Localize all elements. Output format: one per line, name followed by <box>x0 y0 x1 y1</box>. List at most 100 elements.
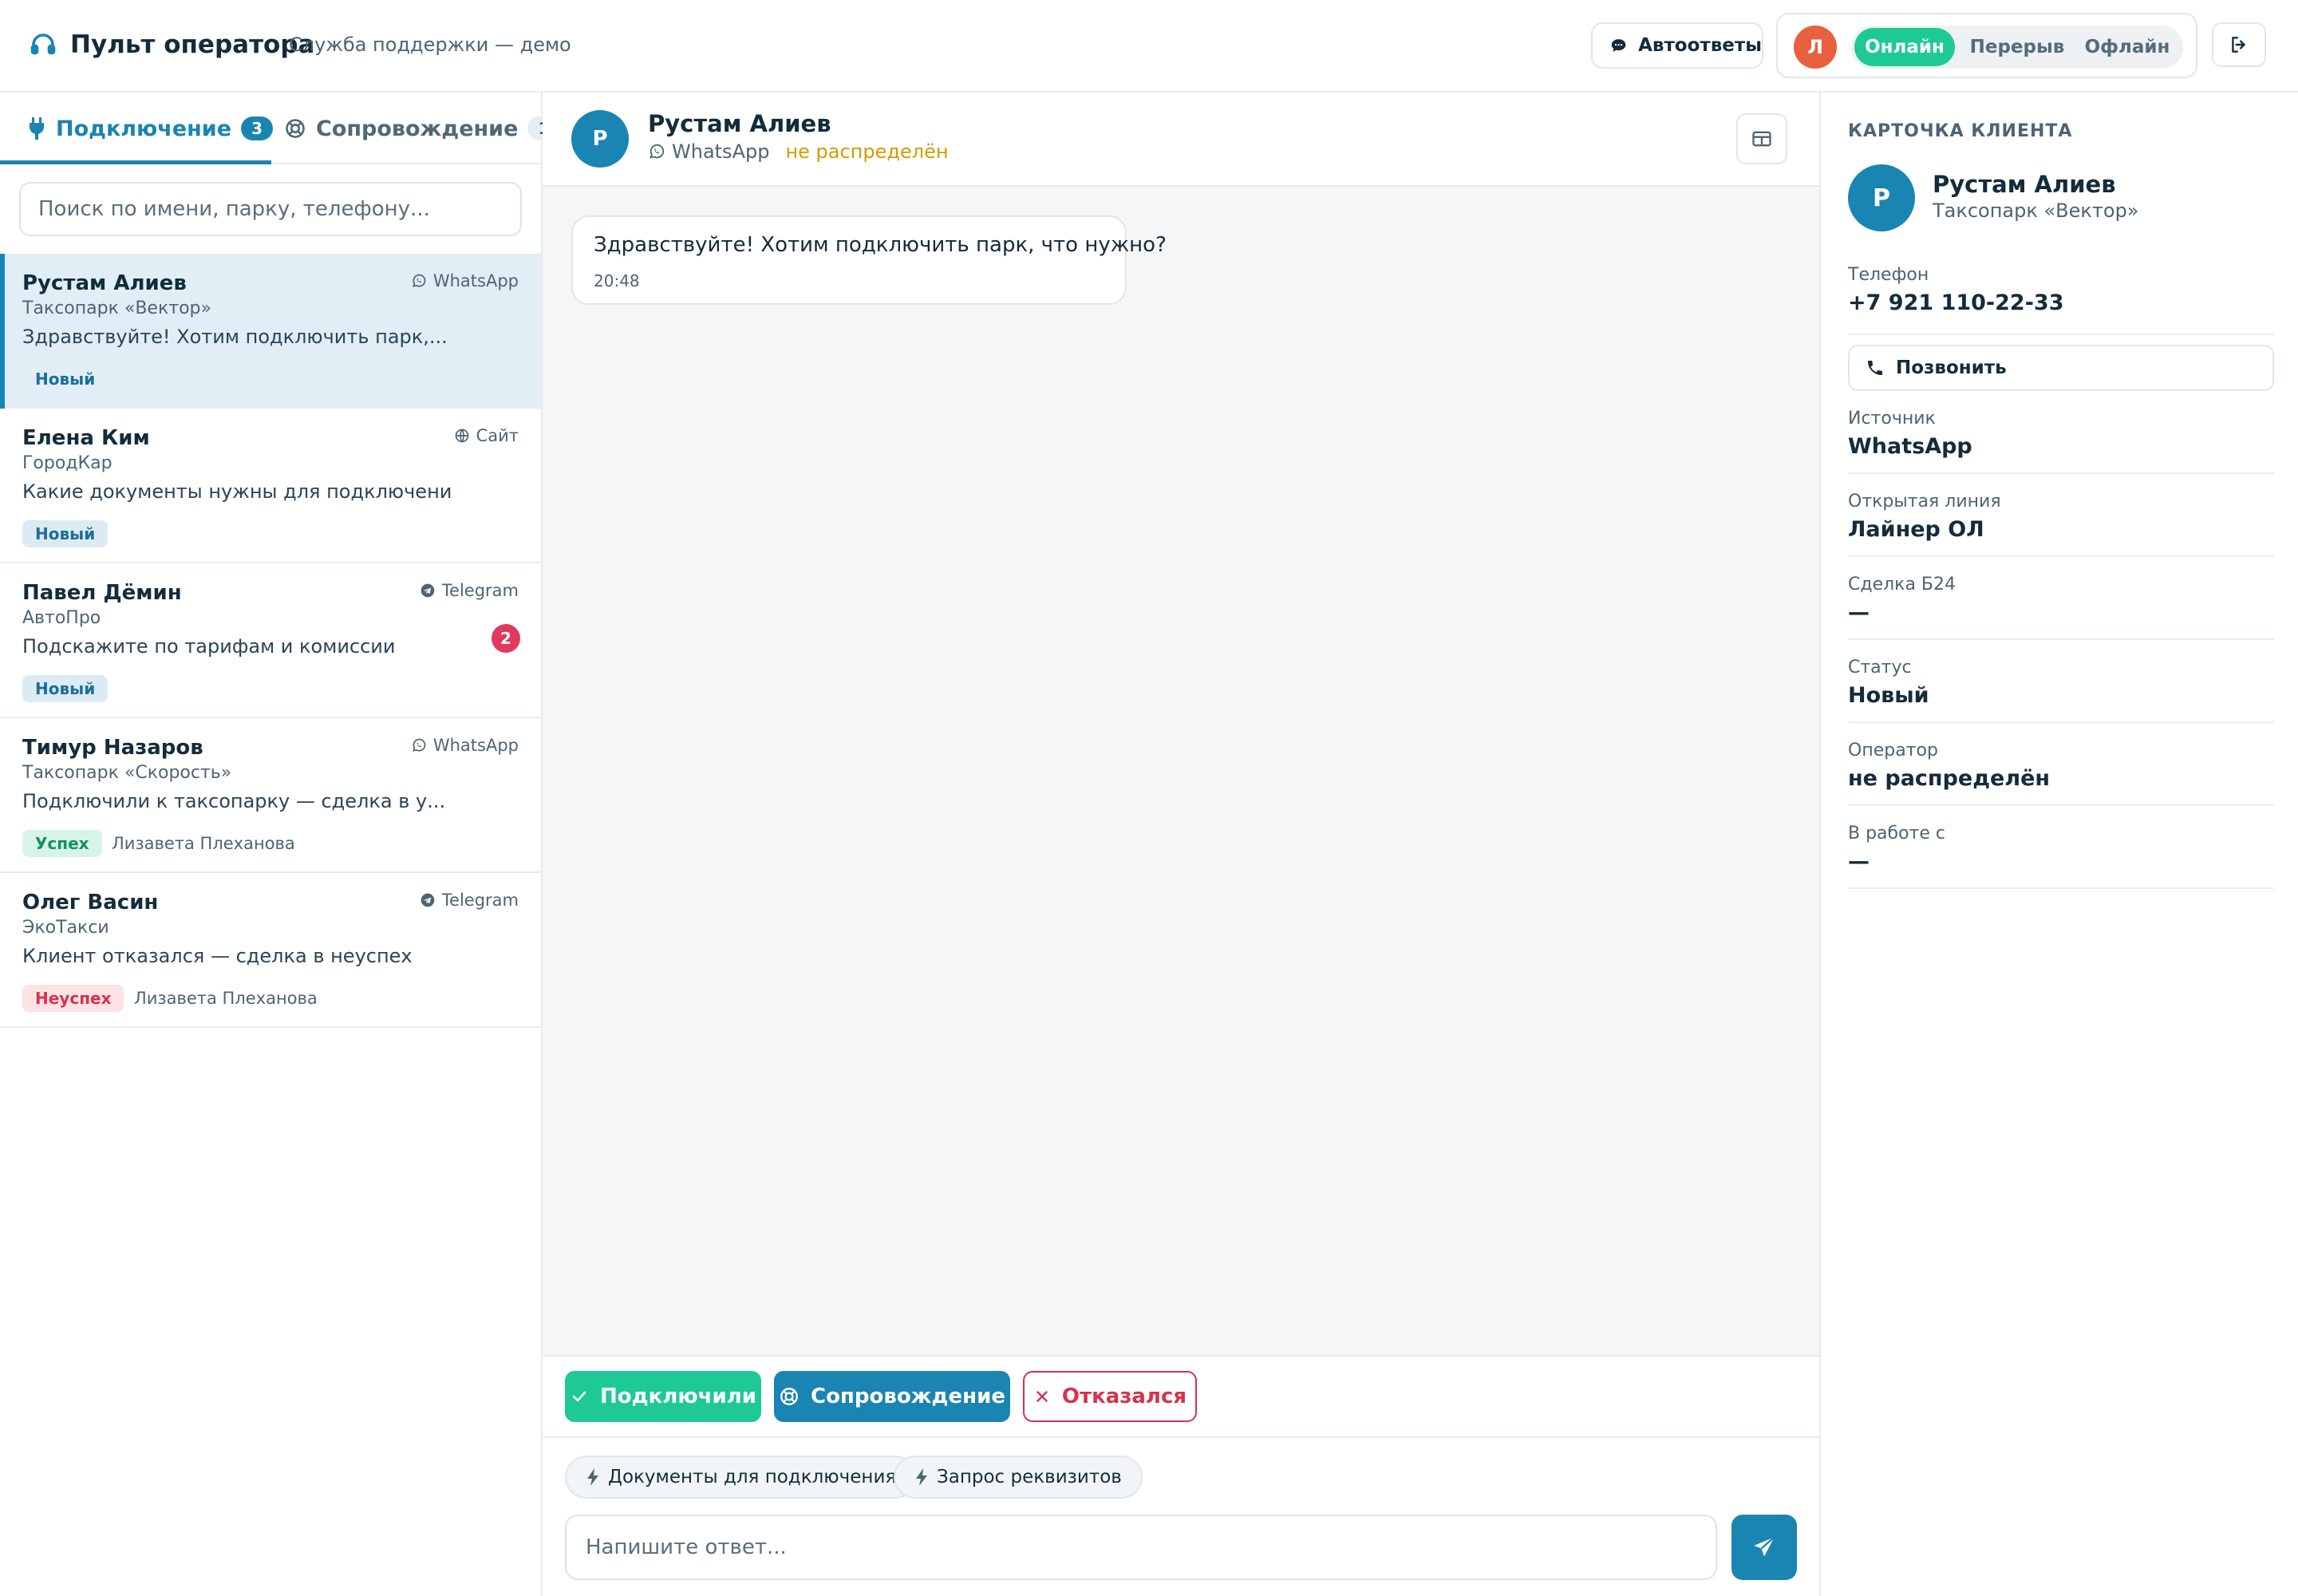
conversation-source: WhatsApp <box>672 140 770 163</box>
chat-list-item[interactable]: Тимур Назаров Таксопарк «Скорость» Подкл… <box>0 718 541 873</box>
status-badge: Неуспех <box>22 985 124 1012</box>
contact-avatar: Р <box>571 110 629 168</box>
autoreplies-button[interactable]: Автоответы <box>1591 22 1763 69</box>
field-label: Оператор <box>1848 741 1938 760</box>
reply-composer: Документы для подключения Запрос реквизи… <box>543 1438 1819 1596</box>
chat-list-item[interactable]: Рустам Алиев Таксопарк «Вектор» Здравств… <box>0 254 541 409</box>
chat-source: WhatsApp <box>411 271 519 290</box>
tab-connection-label: Подключение <box>56 116 232 141</box>
chat-contact-name: Олег Васин <box>22 891 159 915</box>
chat-source-label: Telegram <box>441 581 519 600</box>
chat-source-label: WhatsApp <box>432 271 519 290</box>
send-icon <box>1754 1536 1775 1557</box>
field-value: +7 921 110-22-33 <box>1848 290 2064 315</box>
refused-label: Отказался <box>1061 1385 1187 1408</box>
app-subtitle: Служба поддержки — демо <box>289 34 571 56</box>
chat-source-label: Сайт <box>476 426 519 445</box>
chat-list-item[interactable]: Павел Дёмин АвтоПро Подскажите по тарифа… <box>0 563 541 718</box>
field-label: Открытая линия <box>1848 492 2001 512</box>
quick-reply-chip[interactable]: Документы для подключения <box>565 1456 918 1499</box>
chat-preview: Клиент отказался — сделка в неуспех <box>22 945 413 967</box>
plug-icon <box>29 117 45 140</box>
telegram-icon <box>421 893 435 907</box>
logout-icon <box>2232 37 2245 53</box>
chat-list: Рустам Алиев Таксопарк «Вектор» Здравств… <box>0 254 541 1028</box>
unread-count-badge: 2 <box>492 624 520 653</box>
close-icon <box>1036 1391 1048 1402</box>
chat-preview: Подскажите по тарифам и комиссии <box>22 635 396 658</box>
headset-icon <box>30 34 56 55</box>
field-label: Телефон <box>1848 265 1929 285</box>
field-value: — <box>1848 600 1870 625</box>
app-title: Пульт оператора <box>70 30 315 59</box>
check-icon <box>572 1391 586 1402</box>
whatsapp-icon <box>412 274 426 287</box>
field-value: — <box>1848 849 1870 874</box>
toggle-client-card-button[interactable] <box>1736 113 1787 164</box>
field-in-work-since: В работе с — <box>1848 824 2274 889</box>
quick-reply-label: Запрос реквизитов <box>937 1467 1122 1487</box>
field-label: Сделка Б24 <box>1848 575 1956 595</box>
lightning-icon <box>587 1468 598 1486</box>
field-source: Источник WhatsApp <box>1848 409 2274 474</box>
refused-button[interactable]: Отказался <box>1023 1371 1197 1422</box>
reply-input[interactable]: Напишите ответ... <box>565 1515 1717 1580</box>
search-input[interactable]: Поиск по имени, парку, телефону... <box>19 182 522 236</box>
support-label: Сопровождение <box>810 1385 1006 1408</box>
field-value: Новый <box>1848 683 1929 708</box>
status-badge: Новый <box>22 520 109 547</box>
send-button[interactable] <box>1731 1515 1797 1580</box>
status-online[interactable]: Онлайн <box>1854 28 1955 66</box>
quick-reply-chip[interactable]: Запрос реквизитов <box>894 1456 1143 1499</box>
call-label: Позвонить <box>1896 358 2007 378</box>
status-offline[interactable]: Офлайн <box>2078 28 2177 66</box>
conversation-contact-name: Рустам Алиев <box>648 110 831 137</box>
chat-list-item[interactable]: Елена Ким ГородКар Какие документы нужны… <box>0 409 541 563</box>
tab-support[interactable]: Сопровождение 1 <box>284 93 560 164</box>
client-name: Рустам Алиев <box>1933 171 2116 198</box>
status-badge: Новый <box>35 369 96 389</box>
active-tab-indicator <box>0 160 271 164</box>
operator-status-panel: Л Онлайн Перерыв Офлайн <box>1776 13 2197 78</box>
whatsapp-icon <box>650 144 665 159</box>
tab-connection-count: 3 <box>241 117 274 140</box>
operator-console: Пульт оператора Служба поддержки — демо … <box>0 0 2298 1596</box>
chat-company: Таксопарк «Скорость» <box>22 763 232 783</box>
autoreplies-label: Автоответы <box>1638 35 1762 56</box>
chat-list-item[interactable]: Олег Васин ЭкоТакси Клиент отказался — с… <box>0 873 541 1028</box>
user-avatar[interactable]: Л <box>1794 26 1837 69</box>
field-deal: Сделка Б24 — <box>1848 575 2274 640</box>
chat-source: Telegram <box>420 581 519 600</box>
chat-preview: Подключили к таксопарку — сделка в у... <box>22 790 446 812</box>
chat-preview: Какие документы нужны для подключения ..… <box>22 480 453 503</box>
field-open-line: Открытая линия Лайнер ОЛ <box>1848 492 2274 557</box>
incoming-message: Здравствуйте! Хотим подключить парк, что… <box>571 215 1167 305</box>
chat-contact-name: Павел Дёмин <box>22 581 182 605</box>
call-button[interactable]: Позвонить <box>1848 345 2274 391</box>
queue-tabs: Подключение 3 Сопровождение 1 <box>0 93 560 164</box>
chat-company: ЭкоТакси <box>22 918 109 938</box>
phone-icon <box>1868 361 1882 375</box>
logout-button[interactable] <box>2212 22 2266 67</box>
status-badge: Успех <box>22 830 102 857</box>
chat-contact-name: Тимур Назаров <box>22 736 203 760</box>
field-status: Статус Новый <box>1848 658 2274 723</box>
chat-operator: Лизавета Плеханова <box>112 834 295 853</box>
client-avatar: Р <box>1848 164 1915 231</box>
chat-operator: Лизавета Плеханова <box>134 989 318 1008</box>
panel-layout-icon <box>1752 131 1771 147</box>
field-value: WhatsApp <box>1848 434 1972 459</box>
lightning-icon <box>916 1468 927 1486</box>
conversation-panel: Р Рустам Алиев WhatsApp не распределён З… <box>543 93 1819 1596</box>
field-phone: Телефон +7 921 110-22-33 <box>1848 265 2274 335</box>
chat-list-panel: Подключение 3 Сопровождение 1 Поиск по и… <box>0 93 560 1596</box>
chat-source: Telegram <box>420 891 519 910</box>
chat-source-label: WhatsApp <box>432 736 519 755</box>
connected-button[interactable]: Подключили <box>565 1371 761 1422</box>
status-badge: Новый <box>22 675 109 702</box>
support-button[interactable]: Сопровождение <box>774 1371 1010 1422</box>
status-break[interactable]: Перерыв <box>1963 28 2071 66</box>
chat-contact-name: Елена Ким <box>22 426 150 450</box>
tab-connection[interactable]: Подключение 3 <box>27 93 274 164</box>
field-label: Источник <box>1848 409 1936 429</box>
